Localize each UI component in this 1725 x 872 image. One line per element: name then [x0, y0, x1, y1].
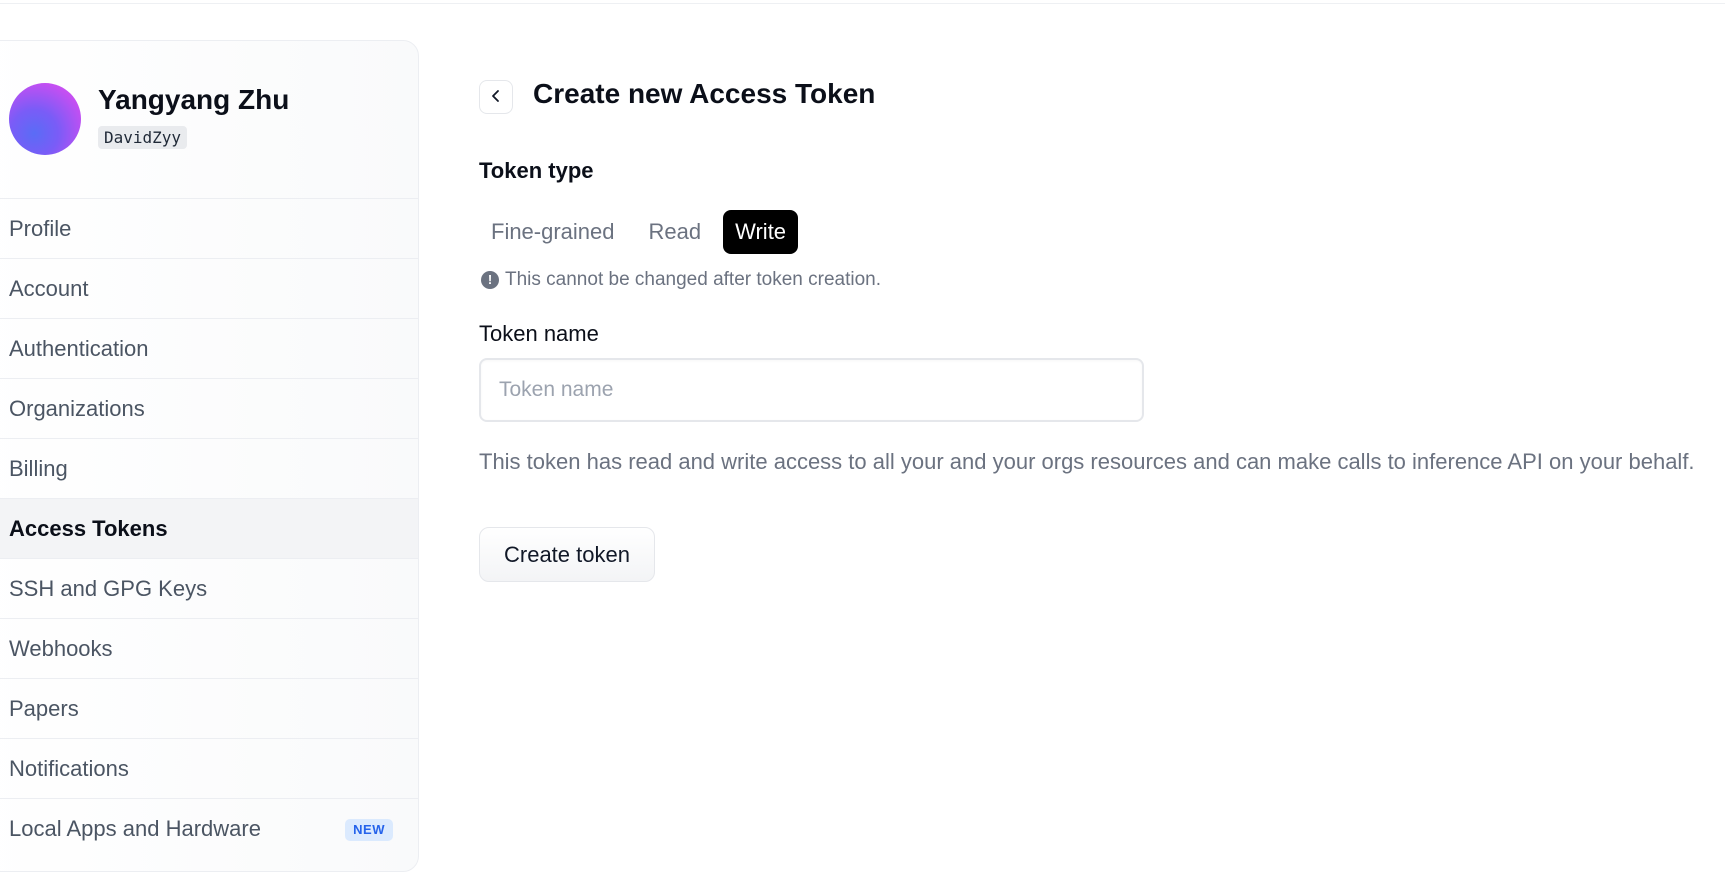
- sidebar-item-label: Billing: [9, 456, 68, 481]
- token-name-label: Token name: [479, 321, 599, 346]
- sidebar-item-authentication[interactable]: Authentication: [0, 318, 418, 378]
- sidebar-item-label: Account: [9, 276, 89, 301]
- create-token-button[interactable]: Create token: [479, 527, 655, 582]
- sidebar-item-organizations[interactable]: Organizations: [0, 378, 418, 438]
- page-title: Create new Access Token: [533, 78, 876, 109]
- warning-text: This cannot be changed after token creat…: [505, 269, 882, 290]
- chevron-left-icon: [489, 88, 503, 107]
- sidebar-item-label: Authentication: [9, 336, 149, 361]
- main-content: Create new Access Token Token type Fine-…: [479, 0, 1719, 837]
- sidebar-item-webhooks[interactable]: Webhooks: [0, 618, 418, 678]
- token-type-write[interactable]: Write: [723, 210, 799, 254]
- token-type-warning: ! This cannot be changed after token cre…: [481, 269, 881, 291]
- sidebar-item-label: Notifications: [9, 756, 129, 781]
- sidebar-item-billing[interactable]: Billing: [0, 438, 418, 498]
- avatar[interactable]: [9, 83, 81, 155]
- sidebar-item-label: Organizations: [9, 396, 145, 421]
- sidebar-item-account[interactable]: Account: [0, 258, 418, 318]
- sidebar-item-label: SSH and GPG Keys: [9, 576, 208, 601]
- settings-sidebar: Yangyang Zhu DavidZyy Profile Account Au…: [0, 40, 419, 872]
- sidebar-item-profile[interactable]: Profile: [0, 198, 418, 258]
- token-name-input[interactable]: [479, 358, 1144, 422]
- token-type-fine-grained[interactable]: Fine-grained: [479, 210, 627, 254]
- sidebar-item-label: Papers: [9, 696, 79, 721]
- sidebar-item-label: Local Apps and Hardware: [9, 816, 261, 841]
- user-name: Yangyang Zhu: [98, 84, 290, 115]
- sidebar-item-access-tokens[interactable]: Access Tokens: [0, 498, 418, 558]
- token-type-read[interactable]: Read: [637, 210, 714, 254]
- user-handle: DavidZyy: [98, 126, 188, 149]
- settings-nav: Profile Account Authentication Organizat…: [0, 198, 418, 858]
- sidebar-item-label: Profile: [9, 216, 72, 241]
- sidebar-item-notifications[interactable]: Notifications: [0, 738, 418, 798]
- token-description: This token has read and write access to …: [479, 449, 1695, 474]
- sidebar-item-ssh-gpg-keys[interactable]: SSH and GPG Keys: [0, 558, 418, 618]
- sidebar-item-label: Webhooks: [9, 636, 113, 661]
- sidebar-item-papers[interactable]: Papers: [0, 678, 418, 738]
- sidebar-item-local-apps-hardware[interactable]: Local Apps and Hardware NEW: [0, 798, 418, 858]
- new-badge: NEW: [345, 819, 393, 841]
- exclamation-circle-icon: !: [481, 271, 499, 289]
- token-type-selector: Fine-grained Read Write: [479, 210, 799, 254]
- back-button[interactable]: [479, 80, 513, 114]
- sidebar-item-label: Access Tokens: [9, 516, 168, 541]
- token-type-label: Token type: [479, 158, 594, 183]
